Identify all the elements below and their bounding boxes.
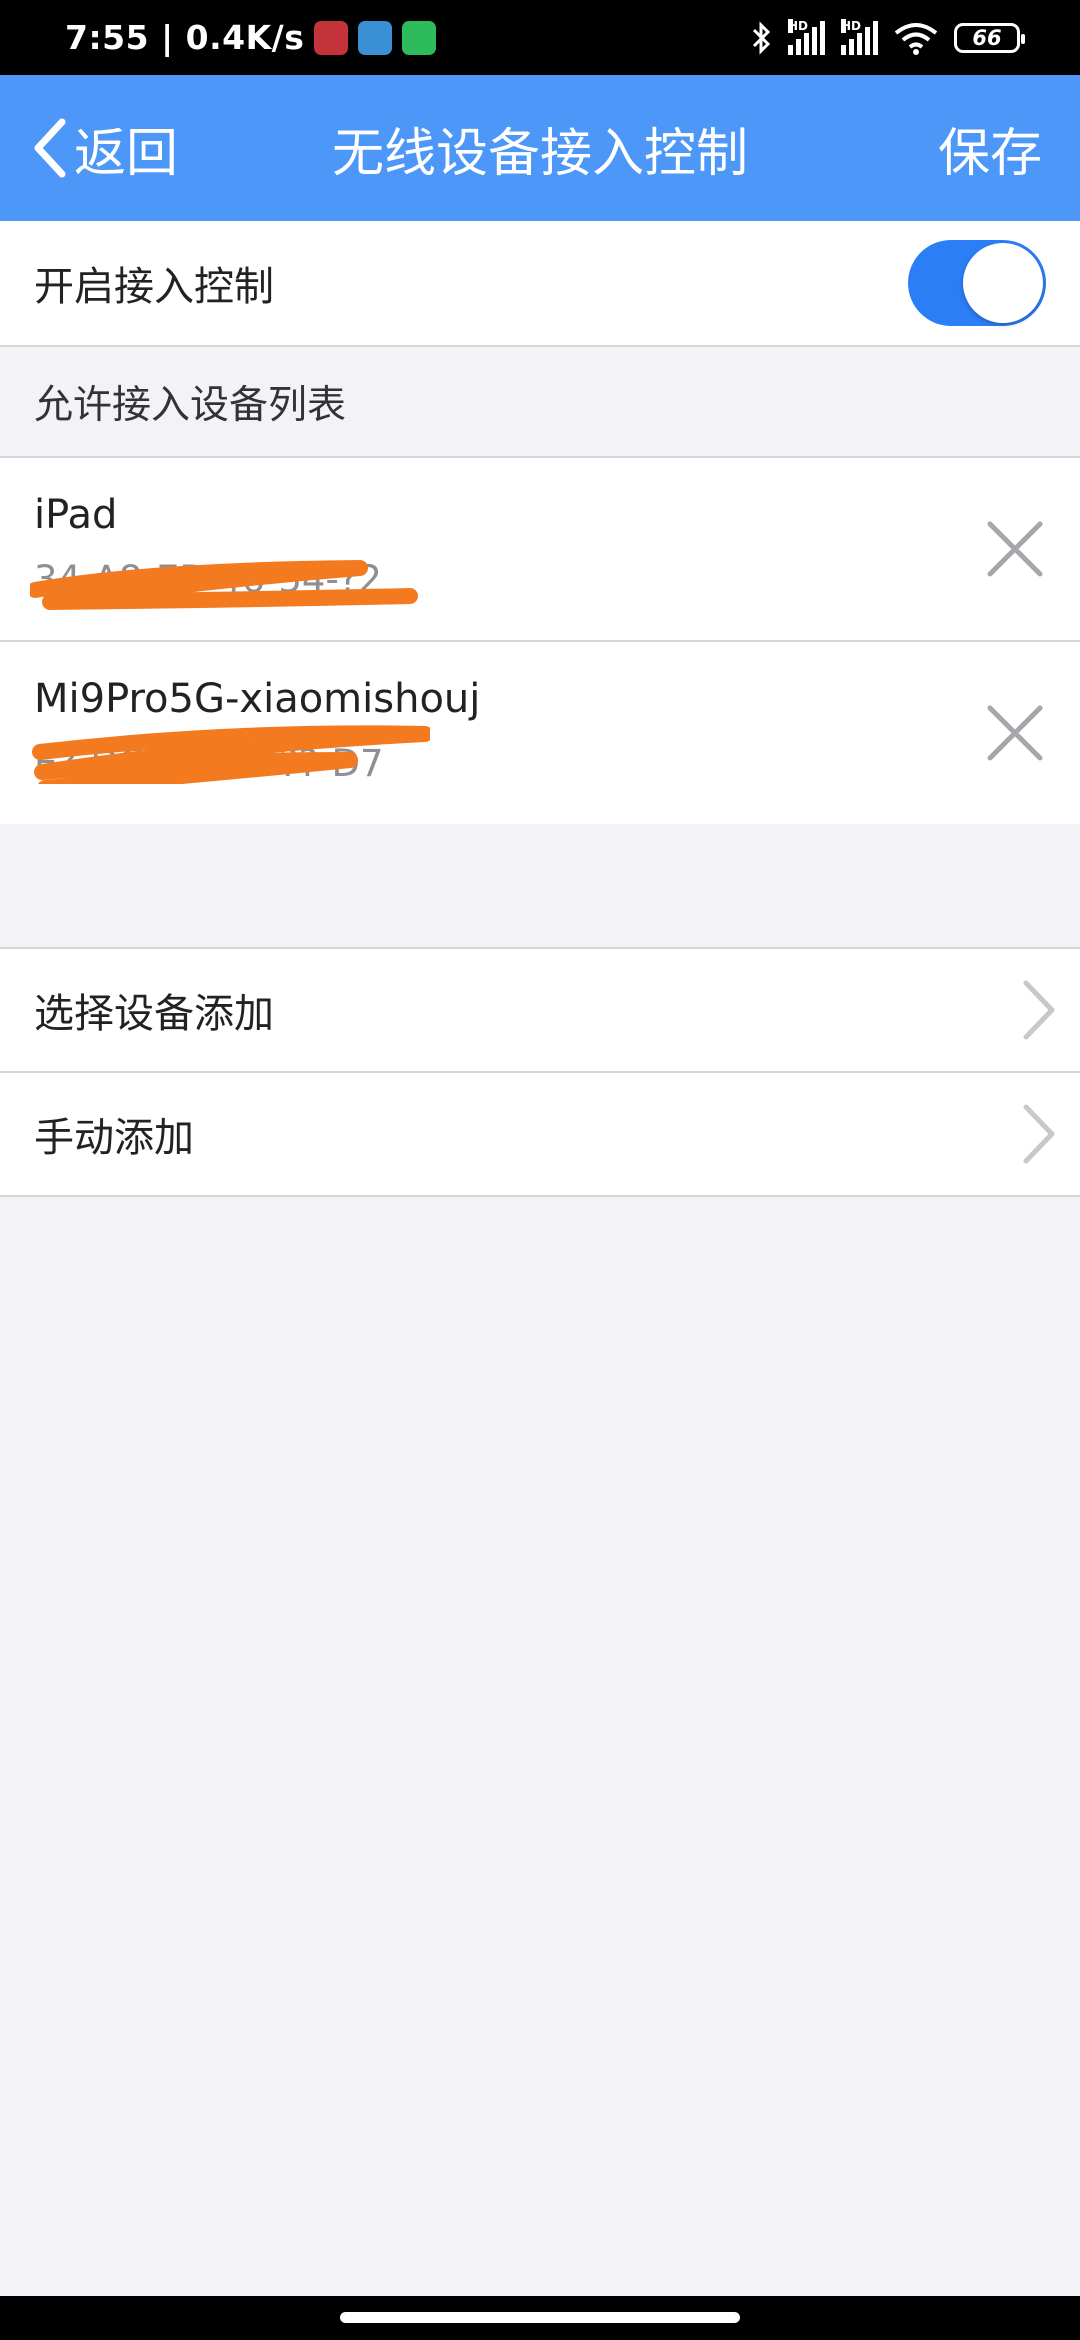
app-notification-icon-2 [358, 20, 393, 55]
allowed-list-header: 允许接入设备列表 [34, 383, 347, 428]
battery-level: 66 [972, 25, 1002, 50]
app-notification-icon [314, 20, 349, 55]
select-device-add-row[interactable]: 选择设备添加 [0, 949, 1080, 1071]
access-control-row: 开启接入控制 [0, 221, 1080, 345]
device-name: Mi9Pro5G-xiaomishouj [34, 676, 481, 722]
screen: 7:55 | 0.4K/s HD HD 66 返回 无线设备接入控制 保存 开启… [0, 0, 1080, 2340]
delete-device-button[interactable] [980, 514, 1050, 584]
access-control-label: 开启接入控制 [34, 264, 274, 310]
status-right: HD HD 66 [750, 18, 1025, 55]
chevron-left-icon [34, 118, 66, 178]
manual-add-row[interactable]: 手动添加 [0, 1073, 1080, 1195]
delete-device-button[interactable] [980, 698, 1050, 768]
save-button[interactable]: 保存 [938, 75, 1042, 221]
toggle-knob [963, 243, 1043, 323]
bluetooth-icon [752, 20, 771, 55]
device-row-mi9pro: Mi9Pro5G-xiaomishouj E?-DC-55-57-??-D7 [0, 642, 1080, 824]
device-mac: E?-DC-55-57-??-D7 [34, 742, 384, 785]
phone-icon [402, 20, 437, 55]
select-device-add-label: 选择设备添加 [34, 991, 274, 1037]
device-mac: 34-A8-EB-46-54-?2 [34, 558, 382, 601]
home-bar[interactable] [340, 2312, 740, 2323]
back-label: 返回 [74, 123, 179, 184]
signal-icon-2: HD [841, 18, 878, 55]
device-row-ipad: iPad 34-A8-EB-46-54-?2 [0, 458, 1080, 640]
signal-hd-label-2: HD [841, 18, 862, 33]
access-control-toggle[interactable] [908, 240, 1046, 326]
chevron-right-icon [1023, 1104, 1055, 1164]
status-bar: 7:55 | 0.4K/s HD HD 66 [0, 0, 1080, 75]
divider [0, 1195, 1080, 1197]
chevron-right-icon [1023, 980, 1055, 1040]
manual-add-label: 手动添加 [34, 1115, 194, 1161]
device-name: iPad [34, 492, 118, 538]
back-button[interactable]: 返回 [30, 75, 178, 221]
signal-icon: HD [788, 18, 825, 55]
home-indicator [0, 2296, 1080, 2340]
signal-hd-label: HD [788, 18, 809, 33]
status-left: 7:55 | 0.4K/s [65, 18, 437, 57]
nav-bar: 返回 无线设备接入控制 保存 [0, 75, 1080, 221]
wifi-icon [894, 22, 938, 55]
battery-icon: 66 [954, 22, 1025, 53]
status-time-speed: 7:55 | 0.4K/s [65, 18, 305, 57]
